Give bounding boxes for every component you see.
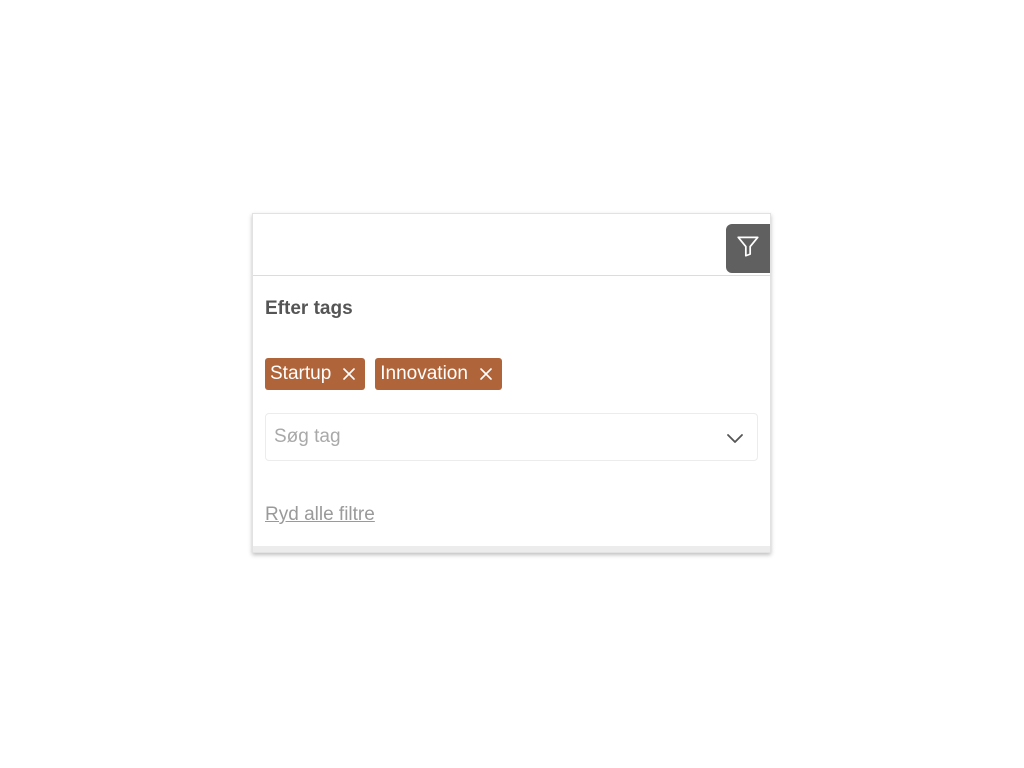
panel-bottom-bar bbox=[253, 546, 770, 552]
tag-chip-innovation[interactable]: Innovation bbox=[375, 358, 502, 390]
tag-search-select[interactable] bbox=[265, 413, 758, 461]
selected-tags: Startup Innovation bbox=[265, 358, 502, 390]
section-title: Efter tags bbox=[265, 298, 353, 319]
tag-chip-label: Innovation bbox=[380, 363, 468, 384]
tag-chip-label: Startup bbox=[270, 363, 332, 384]
chevron-down-icon[interactable] bbox=[725, 428, 745, 448]
close-icon[interactable] bbox=[341, 366, 357, 382]
tag-filter-panel: Efter tags Startup Innovation Søg tag Ry… bbox=[252, 213, 771, 553]
close-icon[interactable] bbox=[478, 366, 494, 382]
tag-chip-startup[interactable]: Startup bbox=[265, 358, 366, 390]
filter-toggle-button[interactable] bbox=[726, 224, 770, 273]
panel-header bbox=[253, 214, 770, 276]
tag-search-input[interactable] bbox=[266, 414, 706, 460]
filter-icon bbox=[735, 233, 761, 264]
clear-all-filters-link[interactable]: Ryd alle filtre bbox=[265, 504, 375, 526]
